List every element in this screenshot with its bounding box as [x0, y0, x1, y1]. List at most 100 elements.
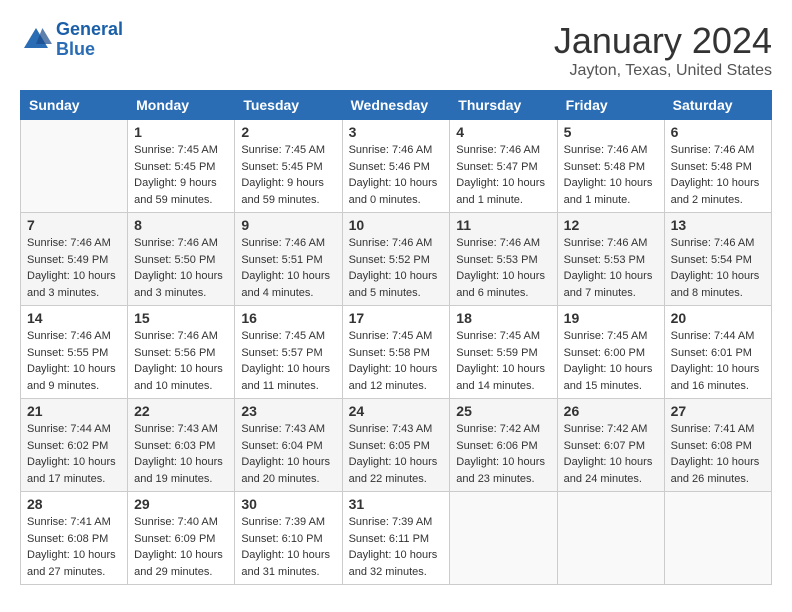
column-header-sunday: Sunday [21, 91, 128, 120]
calendar-week-row: 21 Sunrise: 7:44 AM Sunset: 6:02 PM Dayli… [21, 399, 772, 492]
column-header-friday: Friday [557, 91, 664, 120]
column-header-thursday: Thursday [450, 91, 557, 120]
day-info: Sunrise: 7:46 AM Sunset: 5:51 PM Dayligh… [241, 235, 335, 301]
day-info: Sunrise: 7:40 AM Sunset: 6:09 PM Dayligh… [134, 514, 228, 580]
day-number: 8 [134, 217, 228, 233]
day-number: 23 [241, 403, 335, 419]
day-info: Sunrise: 7:46 AM Sunset: 5:53 PM Dayligh… [564, 235, 658, 301]
day-info: Sunrise: 7:46 AM Sunset: 5:48 PM Dayligh… [671, 142, 765, 208]
calendar-week-row: 14 Sunrise: 7:46 AM Sunset: 5:55 PM Dayli… [21, 306, 772, 399]
calendar-cell: 30 Sunrise: 7:39 AM Sunset: 6:10 PM Dayli… [235, 492, 342, 585]
calendar-week-row: 1 Sunrise: 7:45 AM Sunset: 5:45 PM Daylig… [21, 120, 772, 213]
day-info: Sunrise: 7:46 AM Sunset: 5:54 PM Dayligh… [671, 235, 765, 301]
day-info: Sunrise: 7:46 AM Sunset: 5:47 PM Dayligh… [456, 142, 550, 208]
day-info: Sunrise: 7:41 AM Sunset: 6:08 PM Dayligh… [27, 514, 121, 580]
day-number: 4 [456, 124, 550, 140]
calendar-cell: 18Sunrise: 7:45 AM Sunset: 5:59 PM Dayli… [450, 306, 557, 399]
calendar-cell: 13 Sunrise: 7:46 AM Sunset: 5:54 PM Dayli… [664, 213, 771, 306]
day-number: 2 [241, 124, 335, 140]
day-info: Sunrise: 7:44 AM Sunset: 6:02 PM Dayligh… [27, 421, 121, 487]
day-number: 17 [349, 310, 444, 326]
subtitle: Jayton, Texas, United States [554, 62, 772, 80]
day-number: 22 [134, 403, 228, 419]
column-header-saturday: Saturday [664, 91, 771, 120]
calendar-cell: 21 Sunrise: 7:44 AM Sunset: 6:02 PM Dayli… [21, 399, 128, 492]
column-header-wednesday: Wednesday [342, 91, 450, 120]
day-number: 13 [671, 217, 765, 233]
day-number: 25 [456, 403, 550, 419]
day-info: Sunrise: 7:46 AM Sunset: 5:56 PM Dayligh… [134, 328, 228, 394]
calendar-table: SundayMondayTuesdayWednesdayThursdayFrid… [20, 90, 772, 585]
day-number: 1 [134, 124, 228, 140]
calendar-cell: 23 Sunrise: 7:43 AM Sunset: 6:04 PM Dayli… [235, 399, 342, 492]
day-info: Sunrise: 7:43 AM Sunset: 6:03 PM Dayligh… [134, 421, 228, 487]
day-info: Sunrise: 7:42 AM Sunset: 6:07 PM Dayligh… [564, 421, 658, 487]
day-info: Sunrise: 7:45 AM Sunset: 5:58 PM Dayligh… [349, 328, 444, 394]
day-number: 30 [241, 496, 335, 512]
day-info: Sunrise: 7:46 AM Sunset: 5:53 PM Dayligh… [456, 235, 550, 301]
logo-text: General Blue [56, 20, 123, 60]
day-number: 7 [27, 217, 121, 233]
day-number: 14 [27, 310, 121, 326]
calendar-cell: 7 Sunrise: 7:46 AM Sunset: 5:49 PM Daylig… [21, 213, 128, 306]
calendar-cell: 22 Sunrise: 7:43 AM Sunset: 6:03 PM Dayli… [128, 399, 235, 492]
calendar-cell: 17 Sunrise: 7:45 AM Sunset: 5:58 PM Dayli… [342, 306, 450, 399]
day-info: Sunrise: 7:45 AM Sunset: 5:45 PM Dayligh… [241, 142, 335, 208]
calendar-cell: 24Sunrise: 7:43 AM Sunset: 6:05 PM Dayli… [342, 399, 450, 492]
day-number: 9 [241, 217, 335, 233]
day-number: 11 [456, 217, 550, 233]
calendar-cell: 29 Sunrise: 7:40 AM Sunset: 6:09 PM Dayli… [128, 492, 235, 585]
day-number: 21 [27, 403, 121, 419]
calendar-cell: 11 Sunrise: 7:46 AM Sunset: 5:53 PM Dayli… [450, 213, 557, 306]
day-number: 20 [671, 310, 765, 326]
day-info: Sunrise: 7:46 AM Sunset: 5:52 PM Dayligh… [349, 235, 444, 301]
calendar-cell: 9 Sunrise: 7:46 AM Sunset: 5:51 PM Daylig… [235, 213, 342, 306]
calendar-cell: 6 Sunrise: 7:46 AM Sunset: 5:48 PM Daylig… [664, 120, 771, 213]
day-number: 10 [349, 217, 444, 233]
day-number: 18 [456, 310, 550, 326]
calendar-cell: 20Sunrise: 7:44 AM Sunset: 6:01 PM Dayli… [664, 306, 771, 399]
calendar-cell: 16Sunrise: 7:45 AM Sunset: 5:57 PM Dayli… [235, 306, 342, 399]
day-number: 16 [241, 310, 335, 326]
calendar-cell: 10 Sunrise: 7:46 AM Sunset: 5:52 PM Dayli… [342, 213, 450, 306]
header: General Blue January 2024 Jayton, Texas,… [20, 20, 772, 80]
calendar-cell: 2 Sunrise: 7:45 AM Sunset: 5:45 PM Daylig… [235, 120, 342, 213]
day-info: Sunrise: 7:46 AM Sunset: 5:49 PM Dayligh… [27, 235, 121, 301]
calendar-week-row: 7 Sunrise: 7:46 AM Sunset: 5:49 PM Daylig… [21, 213, 772, 306]
day-number: 12 [564, 217, 658, 233]
calendar-cell [21, 120, 128, 213]
calendar-cell: 12 Sunrise: 7:46 AM Sunset: 5:53 PM Dayli… [557, 213, 664, 306]
main-title: January 2024 [554, 20, 772, 62]
calendar-cell: 25Sunrise: 7:42 AM Sunset: 6:06 PM Dayli… [450, 399, 557, 492]
day-number: 6 [671, 124, 765, 140]
calendar-cell [664, 492, 771, 585]
day-number: 31 [349, 496, 444, 512]
day-info: Sunrise: 7:43 AM Sunset: 6:05 PM Dayligh… [349, 421, 444, 487]
day-number: 19 [564, 310, 658, 326]
day-info: Sunrise: 7:43 AM Sunset: 6:04 PM Dayligh… [241, 421, 335, 487]
column-header-tuesday: Tuesday [235, 91, 342, 120]
calendar-cell: 1 Sunrise: 7:45 AM Sunset: 5:45 PM Daylig… [128, 120, 235, 213]
day-info: Sunrise: 7:46 AM Sunset: 5:55 PM Dayligh… [27, 328, 121, 394]
title-section: January 2024 Jayton, Texas, United State… [554, 20, 772, 80]
logo: General Blue [20, 20, 123, 60]
day-number: 26 [564, 403, 658, 419]
calendar-cell: 5Sunrise: 7:46 AM Sunset: 5:48 PM Daylig… [557, 120, 664, 213]
day-info: Sunrise: 7:45 AM Sunset: 5:45 PM Dayligh… [134, 142, 228, 208]
day-number: 28 [27, 496, 121, 512]
calendar-cell: 4 Sunrise: 7:46 AM Sunset: 5:47 PM Daylig… [450, 120, 557, 213]
calendar-header-row: SundayMondayTuesdayWednesdayThursdayFrid… [21, 91, 772, 120]
day-number: 29 [134, 496, 228, 512]
day-number: 15 [134, 310, 228, 326]
day-info: Sunrise: 7:46 AM Sunset: 5:46 PM Dayligh… [349, 142, 444, 208]
calendar-cell: 14 Sunrise: 7:46 AM Sunset: 5:55 PM Dayli… [21, 306, 128, 399]
day-info: Sunrise: 7:46 AM Sunset: 5:50 PM Dayligh… [134, 235, 228, 301]
day-info: Sunrise: 7:39 AM Sunset: 6:11 PM Dayligh… [349, 514, 444, 580]
day-info: Sunrise: 7:39 AM Sunset: 6:10 PM Dayligh… [241, 514, 335, 580]
logo-icon [20, 24, 52, 56]
calendar-cell [450, 492, 557, 585]
day-number: 3 [349, 124, 444, 140]
day-number: 5 [564, 124, 658, 140]
calendar-cell: 15 Sunrise: 7:46 AM Sunset: 5:56 PM Dayli… [128, 306, 235, 399]
calendar-cell: 3 Sunrise: 7:46 AM Sunset: 5:46 PM Daylig… [342, 120, 450, 213]
